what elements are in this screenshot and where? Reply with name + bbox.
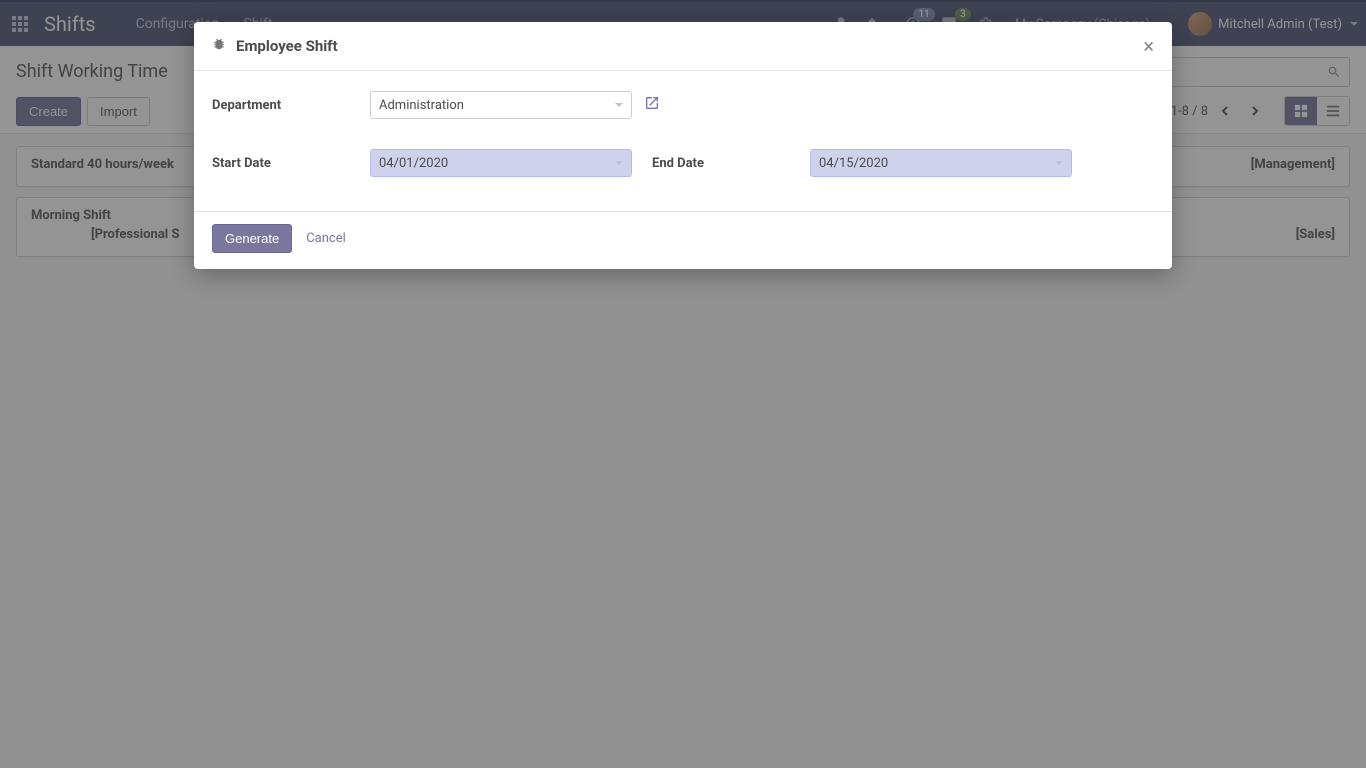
start-date-input[interactable]: 04/01/2020: [370, 149, 632, 177]
generate-button[interactable]: Generate: [212, 224, 292, 253]
modal-header: Employee Shift ×: [194, 22, 1172, 71]
close-icon[interactable]: ×: [1143, 36, 1154, 56]
modal-title: Employee Shift: [236, 37, 338, 55]
end-date-input[interactable]: 04/15/2020: [810, 149, 1072, 177]
modal-body: Department Administration Start Date 04/…: [194, 71, 1172, 212]
label-department: Department: [212, 98, 370, 113]
department-value: Administration: [379, 98, 464, 113]
cancel-button[interactable]: Cancel: [306, 231, 346, 246]
employee-shift-dialog: Employee Shift × Department Administrati…: [194, 22, 1172, 269]
start-date-value: 04/01/2020: [379, 156, 448, 171]
department-select[interactable]: Administration: [370, 91, 632, 119]
chevron-down-icon: [1055, 161, 1063, 165]
bug-icon[interactable]: [212, 37, 236, 55]
chevron-down-icon: [615, 103, 623, 107]
chevron-down-icon: [615, 161, 623, 165]
end-date-value: 04/15/2020: [819, 156, 888, 171]
external-link-icon[interactable]: [644, 95, 660, 115]
label-start-date: Start Date: [212, 156, 370, 171]
label-end-date: End Date: [652, 156, 810, 171]
modal-footer: Generate Cancel: [194, 212, 1172, 269]
